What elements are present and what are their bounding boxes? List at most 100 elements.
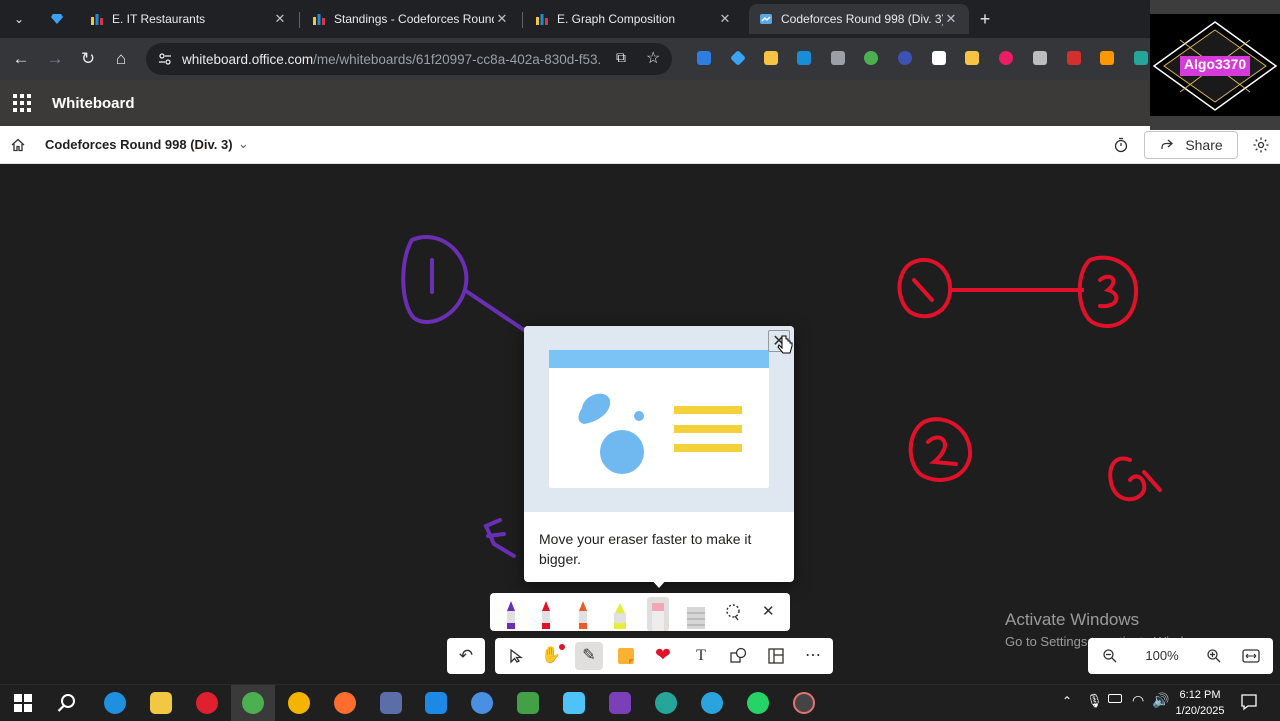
install-app-icon[interactable]: ⧉ (616, 49, 626, 66)
close-tray-icon[interactable]: ✕ (762, 602, 775, 620)
undo-button[interactable]: ↶ (447, 638, 485, 674)
timer-icon[interactable] (1113, 137, 1129, 153)
tip-illustration-image (549, 350, 769, 488)
todo-check-icon[interactable] (471, 692, 493, 714)
site-info-icon[interactable] (158, 52, 172, 66)
tab-close-icon[interactable]: ✕ (943, 11, 959, 27)
telegram-icon[interactable] (701, 692, 723, 714)
home-icon[interactable]: ⌂ (108, 46, 134, 72)
fit-to-screen-icon[interactable] (1242, 649, 1260, 663)
board-title[interactable]: Codeforces Round 998 (Div. 3) (45, 137, 233, 152)
system-clock[interactable]: 6:12 PM 1/20/2025 (1170, 687, 1230, 719)
codeforces-icon (313, 14, 325, 25)
app-icon[interactable] (655, 692, 677, 714)
back-icon[interactable]: ← (8, 46, 34, 72)
extension-icon[interactable] (1100, 51, 1114, 65)
webstorm-icon[interactable] (425, 692, 447, 714)
extension-icon[interactable] (1067, 51, 1081, 65)
speaker-icon[interactable]: 🔊 (1152, 692, 1169, 709)
file-explorer-icon[interactable] (150, 692, 172, 714)
lasso-select-icon[interactable] (724, 603, 742, 621)
address-bar[interactable]: whiteboard.office.com/me/whiteboards/61f… (146, 43, 672, 75)
extension-icon[interactable] (831, 51, 845, 65)
reload-icon[interactable]: ↻ (75, 46, 101, 72)
notification-dot (559, 644, 565, 650)
home-icon[interactable] (10, 137, 26, 153)
chrome-browser-icon[interactable] (242, 692, 264, 714)
tab-standings[interactable]: Standings - Codeforces Round ✕ (302, 4, 520, 34)
share-icon (1161, 139, 1174, 149)
tab-whiteboard[interactable]: Codeforces Round 998 (Div. 3) ✕ (749, 4, 969, 34)
chevron-up-icon[interactable]: ⌃ (1062, 694, 1072, 708)
windows-taskbar: ⌃ 🎙 ◠ 🔊 6:12 PM 1/20/2025 (0, 684, 1280, 721)
battery-icon[interactable] (1108, 694, 1122, 703)
main-toolbar: ✋ ✎ ❤ T ⋯ (495, 638, 833, 674)
text-tool-icon[interactable]: T (687, 642, 715, 670)
notification-center-icon[interactable] (1240, 693, 1258, 711)
pen-purple-icon[interactable] (500, 599, 522, 629)
extension-icon[interactable] (932, 51, 946, 65)
mouse-pointer-icon (777, 335, 793, 354)
tab-pinned[interactable] (40, 4, 80, 34)
extension-icon[interactable] (797, 51, 811, 65)
firefox-browser-icon[interactable] (334, 692, 356, 714)
microphone-icon[interactable]: 🎙 (1086, 693, 1103, 709)
share-button[interactable]: Share (1144, 131, 1238, 159)
zoom-out-icon[interactable] (1102, 648, 1118, 664)
codeforces-icon (91, 14, 103, 25)
app-cube-icon[interactable] (563, 692, 585, 714)
tab-search-icon[interactable]: ⌄ (6, 6, 32, 32)
extension-icon[interactable] (999, 51, 1013, 65)
reactions-heart-icon[interactable]: ❤ (649, 642, 677, 670)
pen-orange-icon[interactable] (572, 599, 594, 629)
shapes-icon[interactable] (724, 642, 752, 670)
extension-icon[interactable] (1033, 51, 1047, 65)
visual-studio-icon[interactable] (609, 692, 631, 714)
zoom-level[interactable]: 100% (1144, 648, 1180, 663)
tip-pointer (650, 578, 668, 588)
bookmark-star-icon[interactable]: ☆ (646, 48, 660, 68)
new-tab-button[interactable]: + (972, 6, 998, 32)
extension-icon[interactable] (730, 50, 746, 66)
chrome-browser-icon[interactable] (288, 692, 310, 714)
select-arrow-icon[interactable] (501, 642, 529, 670)
inking-pen-icon[interactable]: ✎ (575, 642, 603, 670)
clock-date: 1/20/2025 (1175, 705, 1225, 717)
notepad-icon[interactable] (517, 692, 539, 714)
zoom-in-icon[interactable] (1206, 648, 1222, 664)
chevron-down-icon[interactable]: ⌄ (238, 136, 249, 152)
edge-browser-icon[interactable] (104, 692, 126, 714)
ruler-icon[interactable] (684, 599, 708, 629)
extension-icon[interactable] (1134, 51, 1148, 65)
tab-close-icon[interactable]: ✕ (717, 11, 733, 27)
opera-browser-icon[interactable] (196, 692, 218, 714)
windows-start-icon[interactable] (14, 694, 32, 712)
extension-icon[interactable] (764, 51, 778, 65)
extension-icon[interactable] (697, 51, 711, 65)
sticky-note-icon[interactable] (612, 642, 640, 670)
eraser-icon[interactable] (646, 597, 670, 631)
whatsapp-icon[interactable] (747, 692, 769, 714)
tab-it-restaurants[interactable]: E. IT Restaurants ✕ (80, 4, 298, 34)
app-icon[interactable] (380, 692, 402, 714)
extension-icon[interactable] (965, 51, 979, 65)
tab-close-icon[interactable]: ✕ (272, 11, 288, 27)
extension-icon[interactable] (898, 51, 912, 65)
tip-illustration (524, 326, 794, 512)
settings-gear-icon[interactable] (1252, 136, 1270, 154)
search-icon[interactable] (57, 693, 77, 713)
extension-icon[interactable] (864, 51, 878, 65)
tab-close-icon[interactable]: ✕ (494, 11, 510, 27)
board-header: Codeforces Round 998 (Div. 3) ⌄ Share (0, 126, 1280, 164)
wifi-icon[interactable]: ◠ (1132, 692, 1144, 709)
tab-graph-composition[interactable]: E. Graph Composition ✕ (525, 4, 743, 34)
highlighter-icon[interactable] (609, 599, 631, 629)
recorder-icon[interactable] (793, 692, 815, 714)
share-label: Share (1185, 137, 1223, 153)
templates-icon[interactable] (762, 642, 790, 670)
ink-node-1 (401, 235, 526, 332)
pen-red-icon[interactable] (535, 599, 557, 629)
app-launcher-icon[interactable] (12, 93, 32, 113)
forward-icon[interactable]: → (42, 46, 68, 72)
more-options-icon[interactable]: ⋯ (799, 642, 827, 670)
